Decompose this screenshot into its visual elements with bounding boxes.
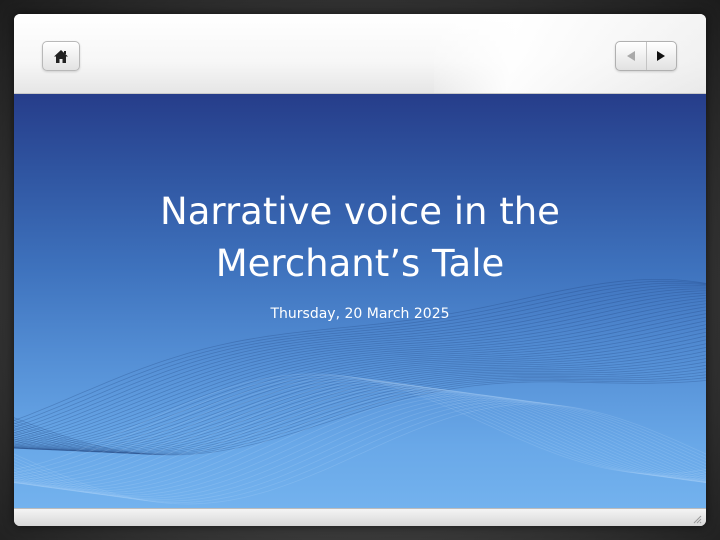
triangle-right-icon: [657, 51, 666, 61]
previous-slide-button[interactable]: [616, 42, 647, 70]
wave-pattern-background: [14, 279, 706, 505]
presentation-window: Narrative voice in the Merchant’s Tale T…: [14, 14, 706, 526]
toolbar: [14, 14, 706, 94]
home-icon: [54, 49, 68, 63]
triangle-left-icon: [626, 51, 635, 61]
next-slide-button[interactable]: [647, 42, 677, 70]
slide-title-line-2: Merchant’s Tale: [215, 242, 505, 285]
slide-title: Narrative voice in the Merchant’s Tale: [14, 186, 706, 290]
title-slide: Narrative voice in the Merchant’s Tale T…: [14, 94, 706, 508]
resize-grip-icon[interactable]: [692, 514, 702, 524]
slide-title-line-1: Narrative voice in the: [160, 190, 560, 233]
home-button[interactable]: [42, 41, 80, 71]
slide-date: Thursday, 20 March 2025: [270, 306, 450, 322]
slide-navigation: [615, 41, 677, 71]
status-bar: [14, 508, 706, 526]
